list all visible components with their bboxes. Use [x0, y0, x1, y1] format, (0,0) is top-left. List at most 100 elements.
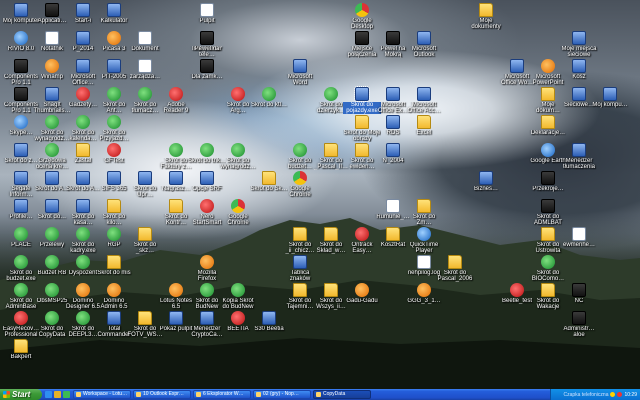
desktop-icon-dokument[interactable]: Dokument — [126, 31, 164, 52]
desktop-icon-label: Microsoft Office Acc… — [407, 102, 441, 114]
desktop-icon-ewmenhe[interactable]: ewmenhe… — [560, 227, 598, 248]
desktop-icon-ggg[interactable]: GGG_3_1… — [405, 283, 443, 304]
desktop-icon-dlazamkniecia[interactable]: Dla zamk… — [188, 59, 226, 80]
desktop-icon-skrot-zm[interactable]: Skrót do Zm… — [405, 199, 443, 226]
desktop-icon-skrot-mis[interactable]: Skrót do mis — [95, 255, 133, 276]
desktop-icon-skrot-ktl[interactable]: Skrót do ktl… — [250, 87, 288, 108]
desktop-icon-label: Skrót do Zm… — [412, 214, 436, 226]
tray-language[interactable]: Czapka telefoniczna — [563, 392, 608, 398]
desktop-icon-skrot-pascal2[interactable]: Skrót do Pascal_2006 — [436, 255, 474, 282]
desktop-icon-deklaracje[interactable]: Deklaracje… — [529, 115, 567, 136]
desktop-icon-label: zarządza… — [129, 74, 161, 80]
desktop-icon-kopia-skrot[interactable]: Kopia Skrót do BudNew — [219, 283, 257, 310]
desktop-icon-label: Przekroje… — [532, 186, 564, 192]
doc-icon — [200, 3, 214, 17]
dark-icon — [386, 31, 400, 45]
desktop-icon-skrot-kilo[interactable]: Skrót do kilo… — [95, 199, 133, 226]
desktop-icon-label: Menedżer tłumaczenia — [562, 158, 595, 170]
app-icon — [386, 87, 400, 101]
desktop-icon-biznes[interactable]: Biznes… — [467, 171, 505, 192]
desktop-icon-google-desktop[interactable]: Google Desktop — [343, 3, 381, 30]
desktop-icon-bakpert[interactable]: Bakpert — [2, 339, 40, 360]
desktop-icon-gadu[interactable]: Gadu-Gadu — [343, 283, 381, 304]
desktop-icon-skrot-prz[interactable]: Skrót do Przyjazd… — [95, 115, 133, 142]
desktop-icon-s30[interactable]: S30 Beetia — [250, 311, 288, 332]
ie-icon[interactable] — [45, 391, 52, 398]
security-icon[interactable] — [617, 392, 623, 397]
desktop-icon-ms-outlook[interactable]: Microsoft Outlook — [405, 31, 443, 58]
dark-icon — [200, 59, 214, 73]
desktop-icon-kosz[interactable]: Kosz — [560, 59, 598, 80]
desktop-icon-moje-miejsca[interactable]: Moje miejsca sieciowe — [560, 31, 598, 58]
folder-icon — [355, 115, 369, 129]
desktop-icon-quicktime[interactable]: QuickTime Player — [405, 227, 443, 254]
desktop-icon-domino-admin[interactable]: Domino Admin 6.5 — [95, 283, 133, 310]
desktop-icon-label: Pewel na tele… — [194, 46, 220, 58]
dark-icon — [355, 31, 369, 45]
app-icon — [14, 3, 28, 17]
desktop-icon-n2004[interactable]: N_2004 — [374, 143, 412, 164]
desktop-icon-label: Mój kompu… — [592, 102, 628, 108]
task-button[interactable]: 02 (gry) - Nop… — [253, 390, 311, 399]
clock[interactable]: 10:29 — [624, 392, 637, 398]
explorer-icon[interactable] — [54, 391, 61, 398]
desktop-icon-zarzadzanie[interactable]: zarządza… — [126, 59, 164, 80]
start-button[interactable]: Start — [0, 389, 42, 400]
desktop-icon-label: Microsoft Word — [287, 74, 313, 86]
app-icon — [386, 115, 400, 129]
desktop-icon-skrot-skz[interactable]: Skrót do _skz… — [126, 227, 164, 254]
desktop-icon-moje-dokumenty[interactable]: Moje dokumenty — [467, 3, 505, 30]
desktop-icon-pewel1[interactable]: Pewel na tele… — [188, 31, 226, 58]
orange-icon — [200, 255, 214, 269]
task-button[interactable]: 10 Outlook Expr… — [133, 390, 191, 399]
desktop-icon-adobe-reader[interactable]: Adobe Reader 9 — [157, 87, 195, 114]
red-icon — [355, 227, 369, 241]
desktop-icon-kalkulator[interactable]: Kalkulator — [95, 3, 133, 24]
task-button[interactable]: Workspace - Lotu… — [73, 390, 131, 399]
desktop-icon-moj-komputer2[interactable]: Mój kompu… — [591, 87, 629, 108]
red-icon — [231, 87, 245, 101]
red-icon — [169, 87, 183, 101]
dark-icon — [45, 3, 59, 17]
app-icon — [107, 171, 121, 185]
app-icon — [169, 311, 183, 325]
desktop-icon-przekroj[interactable]: Przekroje… — [529, 171, 567, 192]
folder-icon — [541, 87, 555, 101]
folder-icon — [479, 3, 493, 17]
folder-icon — [355, 143, 369, 157]
desktop-icon-skrot-ibio[interactable]: Skrót do BIOComo… — [529, 255, 567, 282]
desktop-icon-chrome2[interactable]: Google Chrome — [219, 199, 257, 226]
desktop-icon-google-chrome[interactable]: Google Chrome — [281, 171, 319, 198]
task-button[interactable]: 6 Eksplorator W… — [193, 390, 251, 399]
desktop-icon-opcje-srf[interactable]: Opcje SRF — [188, 171, 226, 192]
desktop-icon-skrot-wyn2[interactable]: Skrót do wynagrodz… — [219, 143, 257, 170]
task-label: Workspace - Lotu… — [83, 391, 128, 397]
green-icon — [107, 87, 121, 101]
desktop-icon-skrot-admin[interactable]: Skrót do ADMLBAT — [529, 199, 567, 226]
task-button[interactable]: CopyData — [313, 390, 371, 399]
show-desktop-icon[interactable] — [63, 391, 70, 398]
desktop-icon-administ[interactable]: Administr… aloe — [560, 311, 598, 338]
blue-icon — [14, 115, 28, 129]
desktop-icon-tablica[interactable]: Tablica znaków — [281, 255, 319, 282]
desktop[interactable]: Mój komputer Applicati… Start-i Kalkulator P… — [0, 0, 640, 389]
green-icon — [45, 255, 59, 269]
app-icon — [479, 171, 493, 185]
desktop-icon-pulpit[interactable]: Pulpit — [188, 3, 226, 24]
desktop-icon-mozilla[interactable]: Mozilla Firefox — [188, 255, 226, 282]
desktop-icon-gg-test[interactable]: GFTest — [95, 143, 133, 164]
desktop-icon-label: Adobe Reader 9 — [163, 102, 189, 114]
orange-icon — [76, 283, 90, 297]
desktop-icon-ms-word[interactable]: Microsoft Word — [281, 59, 319, 86]
orange-icon — [355, 283, 369, 297]
green-icon — [14, 283, 28, 297]
desktop-icon-ms-office-a[interactable]: Microsoft Office Acc… — [405, 87, 443, 114]
app-icon — [107, 311, 121, 325]
desktop-icon-menedzer[interactable]: Menedżer tłumaczenia — [560, 143, 598, 170]
task-buttons: Workspace - Lotu… 10 Outlook Expr… 6 Ekspl… — [73, 390, 550, 399]
red-icon — [510, 283, 524, 297]
desktop-icon-excel[interactable]: Excel — [405, 115, 443, 136]
app-icon — [45, 199, 59, 213]
desktop-icon-nc[interactable]: NC — [560, 283, 598, 304]
network-icon[interactable] — [610, 392, 616, 397]
